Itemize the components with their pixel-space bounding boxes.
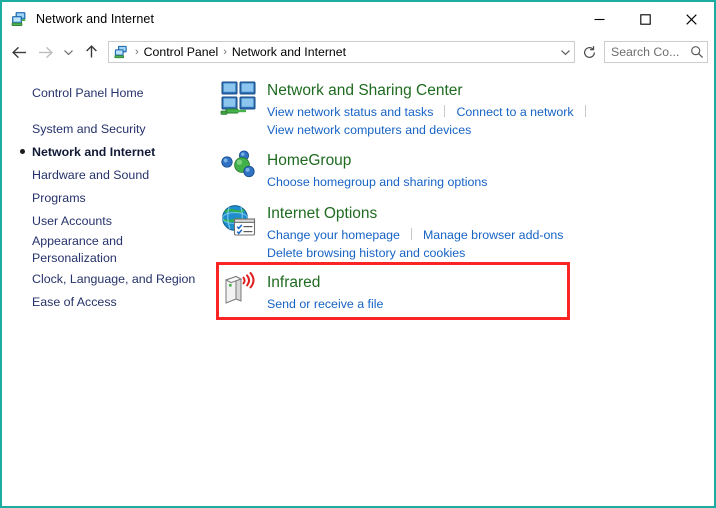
category-links-row-1: Choose homegroup and sharing options bbox=[267, 173, 487, 191]
window-controls bbox=[576, 2, 714, 36]
search-input[interactable]: Search Co... bbox=[604, 41, 708, 63]
sidebar-item-system-and-security[interactable]: System and Security bbox=[2, 118, 214, 140]
link-send-or-receive-a-file[interactable]: Send or receive a file bbox=[267, 295, 383, 313]
sidebar-item-label: Appearance and Personalization bbox=[32, 234, 123, 265]
breadcrumb-separator: › bbox=[135, 46, 139, 58]
sidebar-item-label: Programs bbox=[32, 190, 86, 205]
infrared-icon bbox=[220, 271, 262, 312]
category-links-row-1: Change your homepage Manage browser add-… bbox=[267, 226, 563, 244]
breadcrumb-separator: › bbox=[223, 46, 227, 58]
sidebar-item-label: Hardware and Sound bbox=[32, 167, 150, 182]
category-list: Network and Sharing Center View network … bbox=[214, 68, 714, 506]
control-panel-window: Network and Internet › Control Panel › N… bbox=[0, 0, 716, 508]
content-area: Control Panel Home System and Security N… bbox=[2, 68, 714, 506]
title-bar: Network and Internet bbox=[2, 2, 714, 36]
category-body: Infrared Send or receive a file bbox=[267, 272, 383, 313]
category-links-row-1: Send or receive a file bbox=[267, 295, 383, 313]
sidebar-item-label: Network and Internet bbox=[32, 144, 156, 159]
search-placeholder: Search Co... bbox=[611, 45, 680, 59]
breadcrumb-chevron-down-icon[interactable] bbox=[556, 48, 574, 57]
category-title-network-and-sharing-center[interactable]: Network and Sharing Center bbox=[267, 81, 463, 101]
link-change-your-homepage[interactable]: Change your homepage bbox=[267, 226, 400, 244]
sidebar-item-user-accounts[interactable]: User Accounts bbox=[2, 210, 214, 232]
category-network-and-sharing-center: Network and Sharing Center View network … bbox=[214, 80, 714, 139]
link-separator bbox=[410, 228, 412, 240]
sidebar-item-label: Clock, Language, and Region bbox=[32, 271, 196, 286]
back-arrow-icon[interactable] bbox=[6, 39, 32, 65]
refresh-icon[interactable] bbox=[578, 41, 600, 63]
up-arrow-icon[interactable] bbox=[78, 39, 104, 65]
category-title-homegroup[interactable]: HomeGroup bbox=[267, 151, 351, 171]
sidebar-item-label: Ease of Access bbox=[32, 294, 117, 309]
sidebar-item-appearance-and-personalization[interactable]: Appearance and Personalization bbox=[2, 233, 214, 267]
category-links-row-2: View network computers and devices bbox=[267, 121, 597, 139]
breadcrumb-item-network-and-internet[interactable]: Network and Internet bbox=[230, 45, 348, 59]
category-infrared: Infrared Send or receive a file bbox=[214, 271, 714, 313]
minimize-button[interactable] bbox=[576, 2, 622, 36]
internet-options-icon bbox=[220, 203, 262, 243]
category-title-infrared[interactable]: Infrared bbox=[267, 273, 320, 293]
category-title-internet-options[interactable]: Internet Options bbox=[267, 204, 377, 224]
sidebar: Control Panel Home System and Security N… bbox=[2, 68, 214, 506]
homegroup-icon bbox=[220, 150, 262, 190]
breadcrumb-network-computer-icon bbox=[113, 44, 129, 60]
network-sharing-center-icon bbox=[220, 80, 262, 120]
close-button[interactable] bbox=[668, 2, 714, 36]
category-body: Network and Sharing Center View network … bbox=[267, 80, 597, 139]
sidebar-item-label: Control Panel Home bbox=[32, 85, 144, 100]
link-separator-trailing bbox=[584, 105, 586, 117]
forward-arrow-icon bbox=[32, 39, 58, 65]
sidebar-item-programs[interactable]: Programs bbox=[2, 187, 214, 209]
link-delete-browsing-history-and-cookies[interactable]: Delete browsing history and cookies bbox=[267, 244, 465, 262]
link-manage-browser-add-ons[interactable]: Manage browser add-ons bbox=[423, 226, 564, 244]
breadcrumb-item-control-panel[interactable]: Control Panel bbox=[142, 45, 221, 59]
link-choose-homegroup-and-sharing-options[interactable]: Choose homegroup and sharing options bbox=[267, 173, 487, 191]
sidebar-item-clock-language-and-region[interactable]: Clock, Language, and Region bbox=[2, 268, 214, 290]
link-connect-to-a-network[interactable]: Connect to a network bbox=[456, 103, 573, 121]
category-internet-options: Internet Options Change your homepage Ma… bbox=[214, 203, 714, 262]
category-body: HomeGroup Choose homegroup and sharing o… bbox=[267, 150, 487, 191]
breadcrumb[interactable]: › Control Panel › Network and Internet bbox=[108, 41, 575, 63]
category-body: Internet Options Change your homepage Ma… bbox=[267, 203, 563, 262]
sidebar-item-network-and-internet[interactable]: Network and Internet bbox=[2, 141, 214, 163]
link-separator bbox=[444, 105, 446, 117]
sidebar-item-label: User Accounts bbox=[32, 213, 112, 228]
sidebar-item-label: System and Security bbox=[32, 121, 146, 136]
current-item-bullet-icon bbox=[20, 149, 25, 154]
link-view-network-computers-and-devices[interactable]: View network computers and devices bbox=[267, 121, 471, 139]
sidebar-item-control-panel-home[interactable]: Control Panel Home bbox=[2, 82, 214, 104]
window-title: Network and Internet bbox=[36, 12, 155, 26]
search-icon[interactable] bbox=[687, 45, 707, 59]
category-homegroup: HomeGroup Choose homegroup and sharing o… bbox=[214, 150, 714, 191]
recent-locations-chevron-down-icon[interactable] bbox=[58, 39, 78, 65]
sidebar-item-ease-of-access[interactable]: Ease of Access bbox=[2, 291, 214, 313]
address-bar: › Control Panel › Network and Internet S… bbox=[2, 36, 714, 68]
category-links-row-2: Delete browsing history and cookies bbox=[267, 244, 563, 262]
category-links-row-1: View network status and tasks Connect to… bbox=[267, 103, 597, 121]
maximize-button[interactable] bbox=[622, 2, 668, 36]
sidebar-item-hardware-and-sound[interactable]: Hardware and Sound bbox=[2, 164, 214, 186]
link-view-network-status-and-tasks[interactable]: View network status and tasks bbox=[267, 103, 433, 121]
network-computer-icon bbox=[10, 10, 28, 28]
